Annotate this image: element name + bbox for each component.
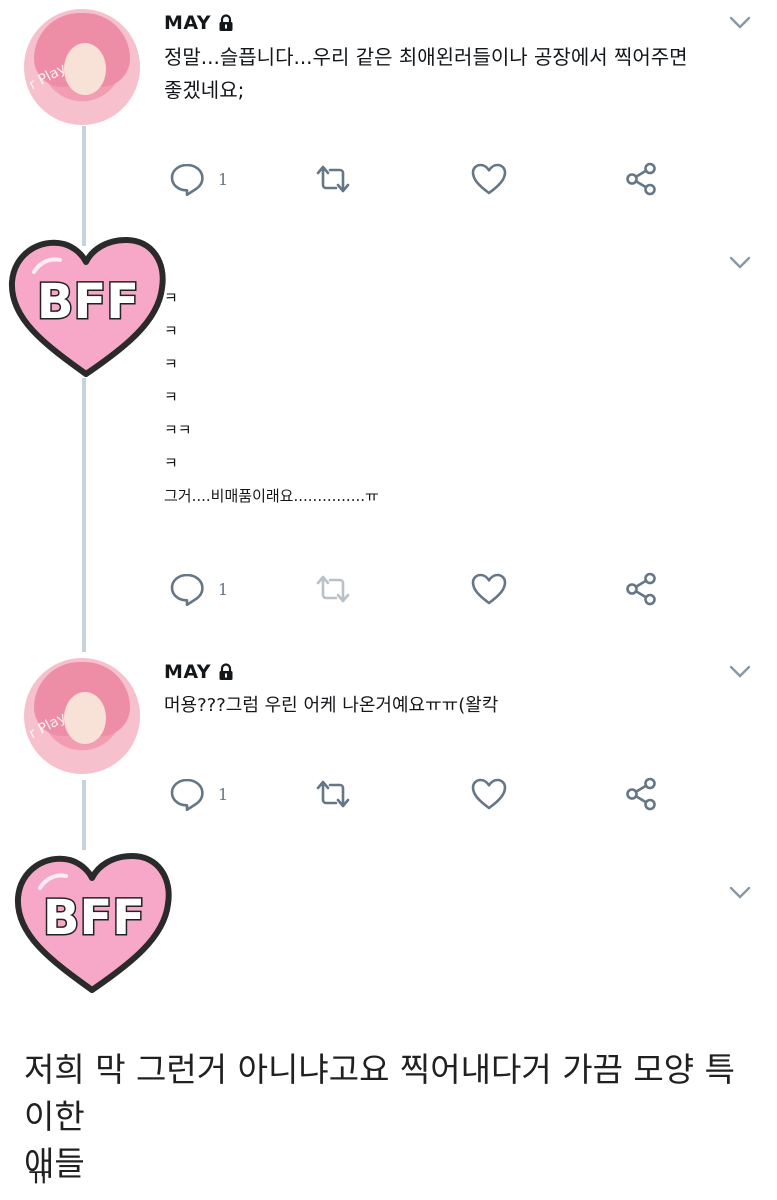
tweet-actions: 1 [164, 776, 664, 816]
tweet-text-line: ㅋ [164, 355, 178, 373]
chevron-down-icon[interactable] [729, 16, 751, 30]
like-button[interactable] [470, 776, 508, 812]
lock-icon [219, 663, 233, 680]
tweet-text-line: ㅋㅋ [164, 421, 192, 439]
tweet-text-line: ㅋ [164, 388, 178, 406]
caption-line: 저희 막 그런거 아니냐고요 찍어내다거 가끔 모양 특이한 [24, 1050, 735, 1136]
chevron-down-icon[interactable] [729, 256, 751, 270]
author-name[interactable]: MAY [164, 12, 211, 34]
tweet-text-line: ㅋ [164, 289, 178, 307]
like-button[interactable] [470, 161, 508, 197]
heart-icon [471, 573, 507, 605]
caption-line: 애들 [24, 1144, 85, 1183]
share-icon [626, 572, 656, 606]
bff-heart-sticker: BFF [14, 853, 172, 993]
heart-icon [471, 163, 507, 195]
retweet-button[interactable] [314, 161, 352, 197]
reply-count: 1 [218, 784, 229, 804]
retweet-icon [316, 780, 350, 808]
share-icon [626, 162, 656, 196]
retweet-button[interactable] [314, 571, 352, 607]
lock-icon [219, 14, 233, 31]
share-button[interactable] [622, 161, 660, 197]
tweet-text-line: 머용???그럼 우린 어케 나온거예요ㅠㅠ(왈칵 [164, 695, 499, 716]
reply-icon [170, 163, 204, 196]
reply-icon [170, 778, 204, 811]
share-button[interactable] [622, 776, 660, 812]
chevron-down-icon[interactable] [729, 665, 751, 679]
tweet-text-line: 그거....비매품이래요...............ㅠ [164, 487, 379, 505]
like-button[interactable] [470, 571, 508, 607]
retweet-button[interactable] [314, 776, 352, 812]
thread-line [82, 126, 86, 246]
retweet-icon [316, 165, 350, 193]
bff-heart-sticker: BFF [8, 237, 166, 377]
sticker-label: BFF [43, 890, 145, 946]
share-icon [626, 777, 656, 811]
reply-button[interactable]: 1 [168, 571, 228, 607]
caption-tail: ㅠ [28, 1162, 52, 1192]
reply-button[interactable]: 1 [168, 776, 228, 812]
tweet-actions: 1 [164, 571, 664, 611]
heart-icon [471, 778, 507, 810]
chevron-down-icon[interactable] [729, 886, 751, 900]
thread-line [82, 780, 86, 850]
reply-icon [170, 573, 204, 606]
avatar[interactable]: r Play [24, 658, 140, 774]
share-button[interactable] [622, 571, 660, 607]
reply-button[interactable]: 1 [168, 161, 228, 197]
reply-count: 1 [218, 579, 229, 599]
sticker-label: BFF [37, 274, 139, 330]
tweet-text-line: 정말...슬픕니다...우리 같은 최애왼러들이나 공장에서 찍어주면 [164, 45, 688, 69]
tweet-text-line: ㅋ [164, 454, 178, 472]
tweet-text-line: 좋겠네요; [164, 78, 245, 102]
tweet-text-line: ㅋ [164, 322, 178, 340]
caption: 저희 막 그런거 아니냐고요 찍어내다거 가끔 모양 특이한 애들 [24, 1046, 764, 1187]
tweet-actions: 1 [164, 161, 664, 201]
author-name[interactable]: MAY [164, 661, 211, 683]
retweet-icon [316, 575, 350, 603]
thread-line [82, 378, 86, 652]
avatar[interactable]: r Play [24, 9, 140, 125]
reply-count: 1 [218, 169, 229, 189]
